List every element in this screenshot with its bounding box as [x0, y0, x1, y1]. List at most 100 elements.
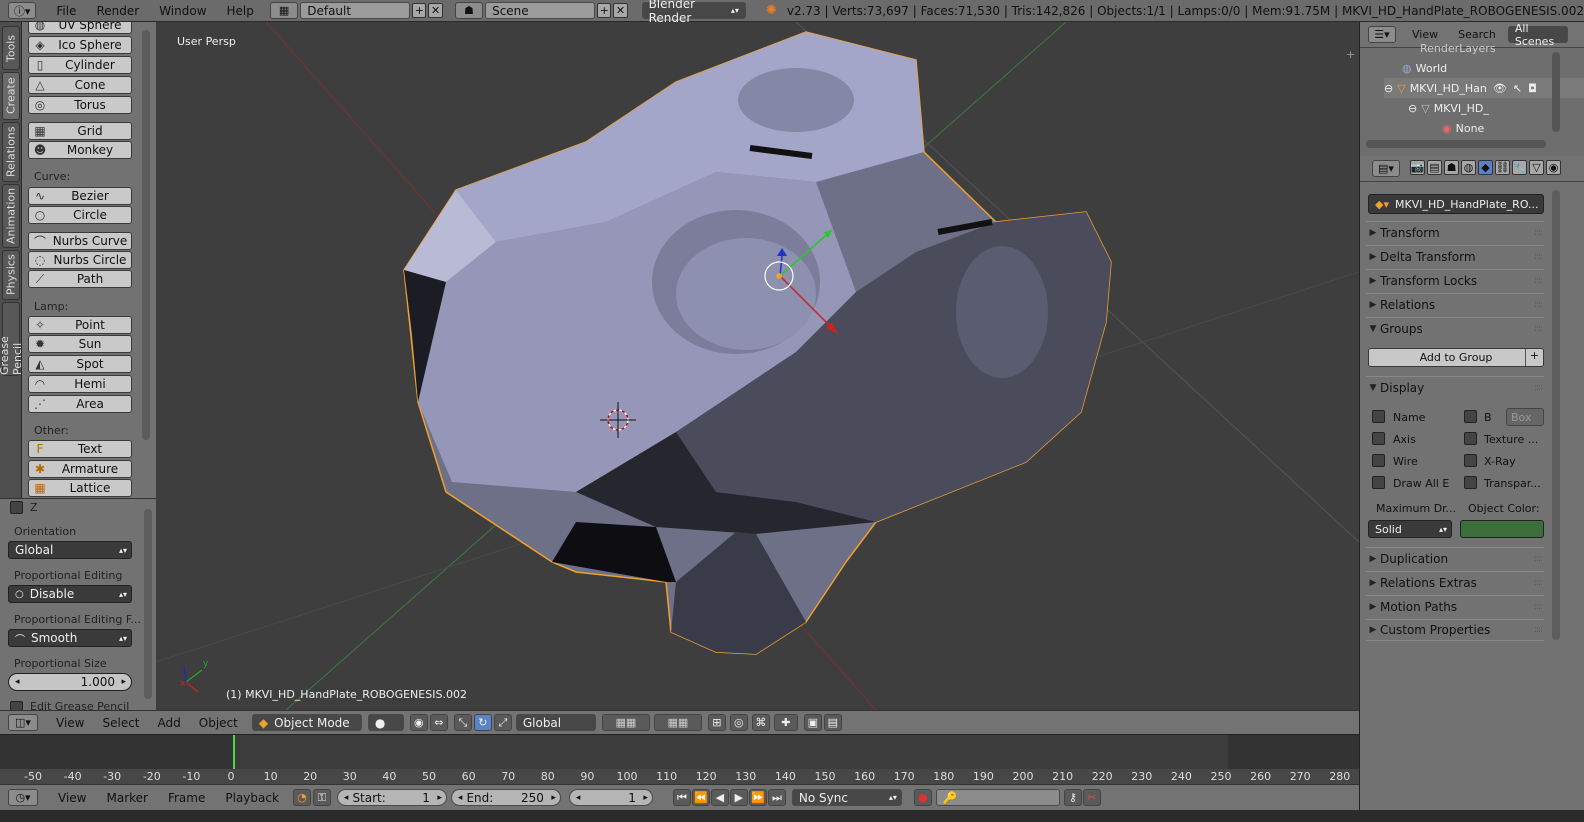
add-grid-button[interactable]: ▦ Grid [28, 122, 132, 140]
timeline-area[interactable]: -50 -40 -30 -20 -10 0 10 20 30 40 50 60 70 80 90 100 110… [0, 734, 1359, 785]
proportional-size-field[interactable]: ◂ 1.000 ▸ [8, 673, 132, 691]
increment-arrow-icon[interactable]: ▸ [551, 793, 556, 803]
keying-set-field[interactable]: 🔑 [935, 789, 1060, 806]
tab-create[interactable]: Create [2, 72, 20, 120]
drag-grip-icon[interactable]: :::: [1534, 324, 1543, 334]
pivot-point-icon[interactable]: ◉ [409, 714, 428, 731]
panel-groups[interactable]: ▼ Groups:::: [1366, 317, 1544, 339]
panel-relations-extras[interactable]: ▶ Relations Extras:::: [1366, 571, 1544, 593]
layers-block-2[interactable]: ▦▦ [653, 714, 702, 731]
tab-tools[interactable]: Tools [2, 26, 20, 70]
properties-toggle-icon[interactable]: + [1346, 48, 1355, 61]
sync-mode-select[interactable]: No Sync ▴▾ [791, 789, 902, 806]
snap-element-icon[interactable]: ✚ [773, 714, 798, 731]
panel-motion-paths[interactable]: ▶ Motion Paths:::: [1366, 595, 1544, 617]
layers-block-1[interactable]: ▦▦ [601, 714, 650, 731]
render-tab-icon[interactable]: 📷 [1410, 160, 1425, 175]
outliner-menu-search[interactable]: Search [1450, 26, 1504, 44]
decrement-arrow-icon[interactable]: ◂ [458, 793, 463, 803]
bounds-type-select[interactable]: Box [1506, 408, 1544, 426]
maximum-draw-type-select[interactable]: Solid ▴▾ [1368, 520, 1452, 538]
panel-display[interactable]: ▼ Display:::: [1366, 376, 1544, 398]
decrement-arrow-icon[interactable]: ◂ [15, 677, 20, 687]
panel-transform[interactable]: ▶ Transform:::: [1366, 221, 1544, 243]
3d-viewport[interactable]: y x User Persp (1) MKVI_HD_HandPlate_ROB… [156, 22, 1359, 710]
add-point-lamp-button[interactable]: ✧ Point [28, 316, 132, 334]
add-armature-button[interactable]: ✱ Armature [28, 460, 132, 478]
add-cone-button[interactable]: △ Cone [28, 76, 132, 94]
timeline-ruler[interactable]: -50 -40 -30 -20 -10 0 10 20 30 40 50 60 70 80 90 100 110… [0, 769, 1359, 785]
increment-arrow-icon[interactable]: ▸ [121, 677, 126, 687]
add-nurbs-circle-button[interactable]: ◌ Nurbs Circle [28, 251, 132, 269]
object-name-field[interactable]: ◆▾ MKVI_HD_HandPlate_RO... [1368, 194, 1544, 214]
display-name-checkbox[interactable] [1372, 410, 1385, 423]
menu-add[interactable]: Add [150, 714, 189, 732]
outliner-vertical-scrollbar[interactable] [1552, 52, 1560, 132]
render-engine-select[interactable]: Blender Render ▴▾ [641, 0, 746, 25]
tab-grease-pencil[interactable]: Grease Pencil [0, 302, 24, 376]
display-axis-checkbox[interactable] [1372, 432, 1385, 445]
display-texture-space-checkbox[interactable] [1464, 432, 1477, 445]
properties-editor-type-icon[interactable]: ▤▾ [1372, 160, 1400, 177]
render-opengl-icon[interactable]: ▣ [803, 714, 822, 731]
add-scene-icon[interactable]: + [597, 3, 612, 18]
add-path-button[interactable]: ⟋ Path [28, 270, 132, 288]
layer-lock-icon[interactable]: ⊞ [707, 714, 726, 731]
hand-plate-mesh[interactable] [403, 31, 1112, 655]
render-animation-icon[interactable]: ▤ [823, 714, 842, 731]
insert-keyframe-icon[interactable]: ⚷ [1063, 789, 1082, 806]
timeline-menu-frame[interactable]: Frame [160, 789, 213, 807]
scene-tab-icon[interactable]: ☗ [1444, 160, 1459, 175]
tab-animation[interactable]: Animation [2, 184, 20, 248]
menu-render[interactable]: Render [88, 2, 147, 20]
drag-grip-icon[interactable]: :::: [1534, 578, 1543, 588]
outliner-horizontal-scrollbar[interactable] [1366, 140, 1546, 148]
timeline-menu-view[interactable]: View [50, 789, 94, 807]
panel-delta-transform[interactable]: ▶ Delta Transform:::: [1366, 245, 1544, 267]
panel-duplication[interactable]: ▶ Duplication:::: [1366, 547, 1544, 569]
menu-object[interactable]: Object [191, 714, 246, 732]
timeline-menu-marker[interactable]: Marker [98, 789, 155, 807]
jump-start-icon[interactable]: ⏮ [672, 789, 691, 806]
preview-range-icon[interactable]: ◔ [292, 789, 311, 806]
transform-orientation-select[interactable]: Global [515, 714, 596, 731]
outliner-editor-type-icon[interactable]: ☰▾ [1368, 26, 1396, 43]
add-monkey-button[interactable]: ☻ Monkey [28, 141, 132, 159]
proportional-edit-icon[interactable]: ◎ [729, 714, 748, 731]
play-reverse-icon[interactable]: ◀ [710, 789, 729, 806]
data-tab-icon[interactable]: ▽ [1529, 160, 1544, 175]
render-camera-icon[interactable]: ◘ [1528, 82, 1537, 95]
prev-keyframe-icon[interactable]: ⏪ [691, 789, 710, 806]
drag-grip-icon[interactable]: :::: [1534, 252, 1543, 262]
panel-transform-locks[interactable]: ▶ Transform Locks:::: [1366, 269, 1544, 291]
menu-file[interactable]: File [48, 2, 84, 20]
record-icon[interactable]: ● [913, 789, 932, 806]
proportional-falloff-select[interactable]: ⌒ Smooth ▴▾ [8, 629, 132, 647]
manipulator-toggle-icon[interactable]: ⇔ [429, 714, 448, 731]
toolshelf-scrollbar[interactable] [142, 30, 150, 440]
z-checkbox[interactable] [10, 501, 23, 514]
current-frame-field[interactable]: ◂ 1 ▸ [568, 789, 653, 806]
decrement-arrow-icon[interactable]: ◂ [344, 793, 349, 803]
world-tab-icon[interactable]: ◍ [1461, 160, 1476, 175]
rotate-manipulator-icon[interactable]: ↻ [473, 714, 492, 731]
collapse-toggle-icon[interactable]: ⊖ [1384, 82, 1393, 95]
modifiers-tab-icon[interactable]: 🔧 [1512, 160, 1527, 175]
display-wire-checkbox[interactable] [1372, 454, 1385, 467]
snap-icon[interactable]: ⌘ [751, 714, 770, 731]
screen-layout-icon[interactable]: ▦ [269, 2, 299, 19]
display-transparency-checkbox[interactable] [1464, 476, 1477, 489]
start-frame-field[interactable]: ◂ Start: 1 ▸ [336, 789, 447, 806]
screen-layout-field[interactable]: Default [300, 2, 411, 19]
render-layers-tab-icon[interactable]: ▤ [1427, 160, 1442, 175]
menu-help[interactable]: Help [219, 2, 262, 20]
play-icon[interactable]: ▶ [729, 789, 748, 806]
display-xray-checkbox[interactable] [1464, 454, 1477, 467]
display-draw-all-edges-checkbox[interactable] [1372, 476, 1385, 489]
scene-field[interactable]: Scene [485, 2, 596, 19]
lock-range-icon[interactable]: ⚿ [312, 789, 331, 806]
panel-custom-properties[interactable]: ▶ Custom Properties:::: [1366, 619, 1544, 641]
add-sun-lamp-button[interactable]: ✹ Sun [28, 335, 132, 353]
add-nurbs-curve-button[interactable]: ⌒ Nurbs Curve [28, 232, 132, 250]
drag-grip-icon[interactable]: :::: [1534, 300, 1543, 310]
